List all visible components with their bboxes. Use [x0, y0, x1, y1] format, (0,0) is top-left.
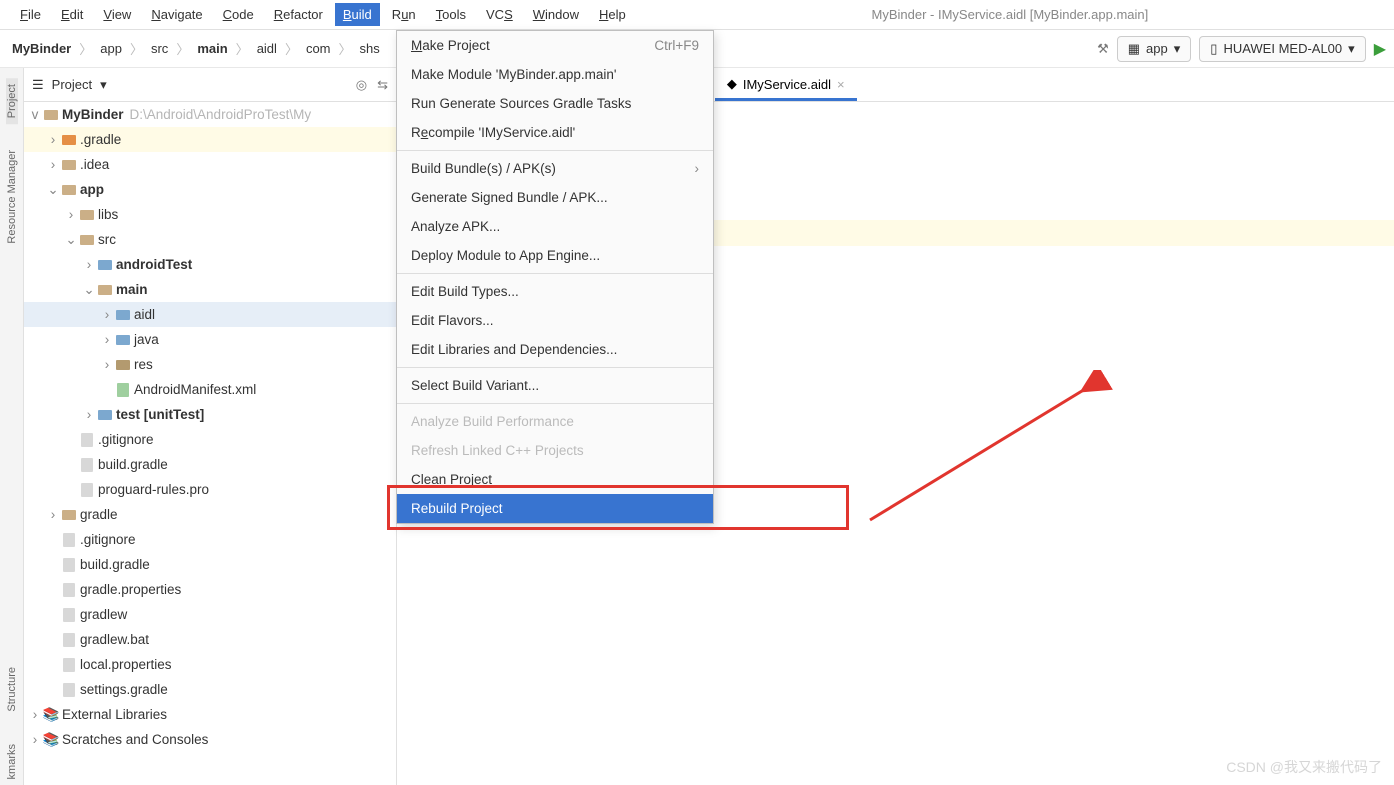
tool-bookmarks[interactable]: kmarks	[6, 738, 18, 785]
run-button[interactable]: ▶	[1374, 39, 1386, 59]
tool-resource-manager[interactable]: Resource Manager	[6, 144, 18, 250]
close-icon[interactable]: ×	[837, 77, 845, 92]
tree-item[interactable]: ›📚Scratches and Consoles	[24, 727, 396, 752]
tree-item[interactable]: ›java	[24, 327, 396, 352]
menu-navigate[interactable]: Navigate	[143, 3, 210, 26]
menu-code[interactable]: Code	[215, 3, 262, 26]
android-icon: ▦	[1128, 41, 1140, 57]
menu-item-generate-signed-bundle-apk[interactable]: Generate Signed Bundle / APK...	[397, 183, 713, 212]
breadcrumb-item[interactable]: src	[147, 39, 172, 58]
tree-item[interactable]: .gitignore	[24, 527, 396, 552]
tree-item[interactable]: ›res	[24, 352, 396, 377]
device-dropdown[interactable]: ▯ HUAWEI MED-AL00 ▾	[1199, 36, 1365, 62]
left-tool-gutter: Project Resource Manager Structure kmark…	[0, 68, 24, 785]
menu-edit[interactable]: Edit	[53, 3, 91, 26]
tool-project[interactable]: Project	[6, 78, 18, 124]
tree-item[interactable]: ›.idea	[24, 152, 396, 177]
file-icon: ◆	[727, 76, 737, 92]
tree-item[interactable]: build.gradle	[24, 552, 396, 577]
menu-item-analyze-build-performance: Analyze Build Performance	[397, 407, 713, 436]
device-label: HUAWEI MED-AL00	[1223, 41, 1342, 56]
window-title: MyBinder - IMyService.aidl [MyBinder.app…	[872, 7, 1149, 22]
device-icon: ▯	[1210, 41, 1217, 57]
tree-item[interactable]: settings.gradle	[24, 677, 396, 702]
run-config-dropdown[interactable]: ▦ app ▾	[1117, 36, 1192, 62]
editor-tab[interactable]: ◆IMyService.aidl×	[715, 70, 857, 101]
run-config-label: app	[1146, 41, 1168, 56]
project-panel-header: ☰ Project ▾ ◎ ⇆	[24, 68, 396, 102]
breadcrumb-item[interactable]: main	[193, 39, 231, 58]
menu-item-clean-project[interactable]: Clean Project	[397, 465, 713, 494]
build-menu-dropdown: Make ProjectCtrl+F9Make Module 'MyBinder…	[396, 30, 714, 524]
menu-build[interactable]: Build	[335, 3, 380, 26]
tree-item[interactable]: .gitignore	[24, 427, 396, 452]
breadcrumb-item[interactable]: MyBinder	[8, 39, 75, 58]
menu-item-run-generate-sources-gradle-tasks[interactable]: Run Generate Sources Gradle Tasks	[397, 89, 713, 118]
menu-item-refresh-linked-c-projects: Refresh Linked C++ Projects	[397, 436, 713, 465]
settings-icon[interactable]: ⇆	[377, 77, 388, 93]
tree-item[interactable]: ⌄app	[24, 177, 396, 202]
menu-item-edit-flavors[interactable]: Edit Flavors...	[397, 306, 713, 335]
chevron-right-icon: 〉	[130, 39, 143, 58]
chevron-right-icon: 〉	[285, 39, 298, 58]
menu-item-rebuild-project[interactable]: Rebuild Project	[397, 494, 713, 523]
tree-item[interactable]: gradlew	[24, 602, 396, 627]
breadcrumb-item[interactable]: com	[302, 39, 335, 58]
tree-item[interactable]: ›gradle	[24, 502, 396, 527]
breadcrumb[interactable]: MyBinder〉app〉src〉main〉aidl〉com〉shs	[8, 39, 384, 58]
menu-view[interactable]: View	[95, 3, 139, 26]
menu-item-make-module-mybinder-app-main[interactable]: Make Module 'MyBinder.app.main'	[397, 60, 713, 89]
tree-item[interactable]: ›test [unitTest]	[24, 402, 396, 427]
tree-item[interactable]: ⌄main	[24, 277, 396, 302]
menu-item-edit-libraries-and-dependencies[interactable]: Edit Libraries and Dependencies...	[397, 335, 713, 364]
build-icon[interactable]: ⚒	[1097, 41, 1109, 57]
watermark: CSDN @我又来搬代码了	[1226, 757, 1382, 777]
tree-item[interactable]: ›📚External Libraries	[24, 702, 396, 727]
menu-item-deploy-module-to-app-engine[interactable]: Deploy Module to App Engine...	[397, 241, 713, 270]
tree-root[interactable]: vMyBinderD:\Android\AndroidProTest\My	[24, 102, 396, 127]
tree-item[interactable]: ›.gradle	[24, 127, 396, 152]
menu-item-analyze-apk[interactable]: Analyze APK...	[397, 212, 713, 241]
breadcrumb-item[interactable]: app	[96, 39, 126, 58]
breadcrumb-item[interactable]: shs	[356, 39, 384, 58]
tool-structure[interactable]: Structure	[6, 661, 18, 718]
project-panel-title[interactable]: Project	[52, 77, 92, 92]
menu-tools[interactable]: Tools	[428, 3, 474, 26]
menu-refactor[interactable]: Refactor	[266, 3, 331, 26]
menu-bar: FileEditViewNavigateCodeRefactorBuildRun…	[0, 0, 1394, 30]
target-icon[interactable]: ◎	[356, 77, 367, 93]
chevron-down-icon[interactable]: ▾	[100, 77, 107, 93]
menu-vcs[interactable]: VCS	[478, 3, 521, 26]
tree-item[interactable]: proguard-rules.pro	[24, 477, 396, 502]
menu-item-recompile-imyservice-aidl[interactable]: Recompile 'IMyService.aidl'	[397, 118, 713, 147]
menu-run[interactable]: Run	[384, 3, 424, 26]
menu-help[interactable]: Help	[591, 3, 634, 26]
menu-window[interactable]: Window	[525, 3, 587, 26]
menu-file[interactable]: File	[12, 3, 49, 26]
project-icon: ☰	[32, 77, 44, 93]
chevron-right-icon: 〉	[176, 39, 189, 58]
chevron-right-icon: 〉	[79, 39, 92, 58]
tree-item[interactable]: gradlew.bat	[24, 627, 396, 652]
chevron-down-icon: ▾	[1348, 41, 1355, 57]
tree-item[interactable]: ›androidTest	[24, 252, 396, 277]
tree-item[interactable]: local.properties	[24, 652, 396, 677]
menu-item-select-build-variant[interactable]: Select Build Variant...	[397, 371, 713, 400]
tree-item[interactable]: AndroidManifest.xml	[24, 377, 396, 402]
project-tree[interactable]: vMyBinderD:\Android\AndroidProTest\My›.g…	[24, 102, 396, 785]
tree-item[interactable]: ›libs	[24, 202, 396, 227]
tree-item[interactable]: gradle.properties	[24, 577, 396, 602]
breadcrumb-item[interactable]: aidl	[253, 39, 281, 58]
chevron-right-icon: 〉	[236, 39, 249, 58]
chevron-down-icon: ▾	[1174, 41, 1181, 57]
chevron-right-icon: 〉	[339, 39, 352, 58]
menu-item-edit-build-types[interactable]: Edit Build Types...	[397, 277, 713, 306]
tree-item[interactable]: ›aidl	[24, 302, 396, 327]
menu-item-make-project[interactable]: Make ProjectCtrl+F9	[397, 31, 713, 60]
project-panel: ☰ Project ▾ ◎ ⇆ vMyBinderD:\Android\Andr…	[24, 68, 397, 785]
tree-item[interactable]: ⌄src	[24, 227, 396, 252]
tree-item[interactable]: build.gradle	[24, 452, 396, 477]
menu-item-build-bundle-s-apk-s[interactable]: Build Bundle(s) / APK(s)›	[397, 154, 713, 183]
